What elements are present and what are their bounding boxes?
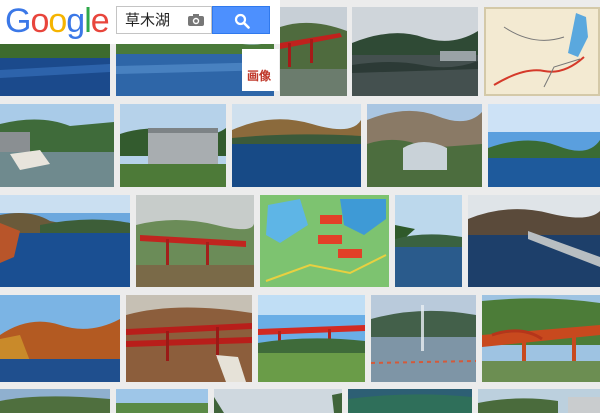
logo-letter: g <box>66 2 85 40</box>
image-result[interactable] <box>126 295 252 382</box>
image-thumbnail <box>280 7 347 96</box>
image-thumbnail <box>371 295 476 382</box>
tab-images[interactable]: 画像 <box>242 49 279 91</box>
image-result[interactable] <box>468 195 600 287</box>
image-result[interactable] <box>478 389 600 413</box>
image-result[interactable] <box>367 104 482 187</box>
logo-letter: G <box>5 2 31 40</box>
search-header: Google 草木湖 <box>0 0 280 44</box>
image-thumbnail <box>348 389 472 413</box>
image-result[interactable] <box>260 195 389 287</box>
image-thumbnail <box>395 195 462 287</box>
image-result[interactable] <box>258 295 365 382</box>
image-result[interactable] <box>214 389 342 413</box>
image-thumbnail <box>488 104 600 187</box>
image-result[interactable] <box>0 389 110 413</box>
image-result[interactable] <box>395 195 462 287</box>
image-thumbnail <box>478 389 600 413</box>
image-thumbnail <box>214 389 342 413</box>
image-results-grid <box>0 0 600 413</box>
image-result[interactable] <box>484 7 600 96</box>
image-thumbnail <box>0 104 114 187</box>
image-result[interactable] <box>136 195 254 287</box>
image-result[interactable] <box>371 295 476 382</box>
image-thumbnail <box>136 195 254 287</box>
image-thumbnail <box>0 389 110 413</box>
google-logo[interactable]: Google <box>5 1 110 41</box>
image-thumbnail <box>232 104 361 187</box>
image-thumbnail <box>468 195 600 287</box>
camera-icon[interactable] <box>187 13 205 27</box>
logo-letter: o <box>30 2 49 40</box>
image-result[interactable] <box>0 195 130 287</box>
image-result[interactable] <box>352 7 478 96</box>
image-thumbnail <box>482 295 600 382</box>
image-result[interactable] <box>280 7 347 96</box>
image-result[interactable] <box>0 295 120 382</box>
image-thumbnail <box>0 295 120 382</box>
image-thumbnail <box>367 104 482 187</box>
image-thumbnail <box>120 104 226 187</box>
image-thumbnail <box>126 295 252 382</box>
image-thumbnail <box>116 389 208 413</box>
image-thumbnail <box>258 295 365 382</box>
image-result[interactable] <box>488 104 600 187</box>
image-thumbnail <box>0 195 130 287</box>
image-result[interactable] <box>482 295 600 382</box>
image-thumbnail <box>352 7 478 96</box>
image-result[interactable] <box>232 104 361 187</box>
image-thumbnail <box>260 195 389 287</box>
image-thumbnail <box>484 7 600 96</box>
logo-letter: e <box>90 2 110 40</box>
image-result[interactable] <box>116 389 208 413</box>
search-button[interactable] <box>212 6 270 34</box>
logo-letter: o <box>48 2 67 40</box>
search-icon <box>234 13 250 29</box>
image-result[interactable] <box>348 389 472 413</box>
search-box[interactable]: 草木湖 <box>116 6 212 34</box>
image-result[interactable] <box>0 104 114 187</box>
tab-images-label: 画像 <box>247 69 272 83</box>
search-input[interactable]: 草木湖 <box>125 7 185 33</box>
image-result[interactable] <box>120 104 226 187</box>
